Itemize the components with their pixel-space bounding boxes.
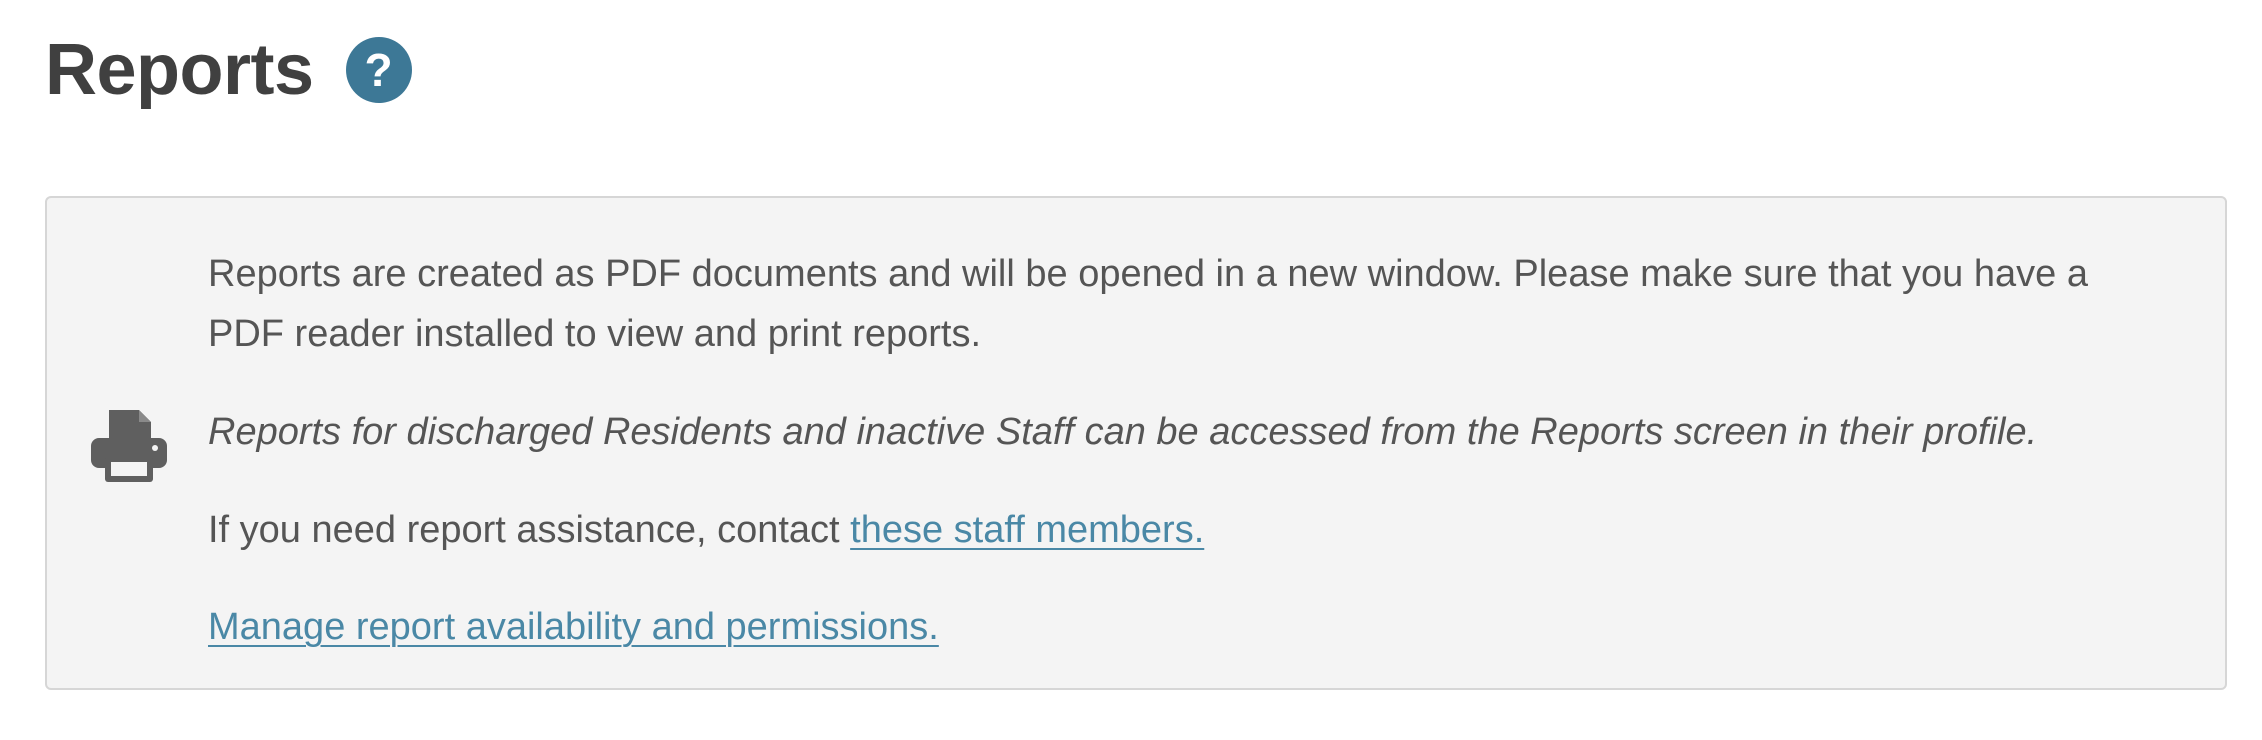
contact-prefix: If you need report assistance, contact	[208, 509, 851, 551]
contact-text: If you need report assistance, contact t…	[208, 500, 2165, 560]
help-icon[interactable]: ?	[345, 37, 412, 103]
page-header: Reports ?	[45, 20, 412, 120]
intro-text: Reports are created as PDF documents and…	[208, 253, 2088, 355]
manage-text: Manage report availability and permissio…	[208, 597, 2165, 657]
page-title: Reports	[45, 30, 314, 110]
info-text-block: Reports are created as PDF documents and…	[208, 244, 2165, 657]
note-text: Reports for discharged Residents and ina…	[208, 411, 2038, 453]
staff-members-link[interactable]: these staff members.	[850, 509, 1204, 551]
manage-permissions-link[interactable]: Manage report availability and permissio…	[208, 606, 939, 648]
reports-info-panel: Reports are created as PDF documents and…	[45, 196, 2227, 690]
printer-icon	[91, 410, 167, 482]
